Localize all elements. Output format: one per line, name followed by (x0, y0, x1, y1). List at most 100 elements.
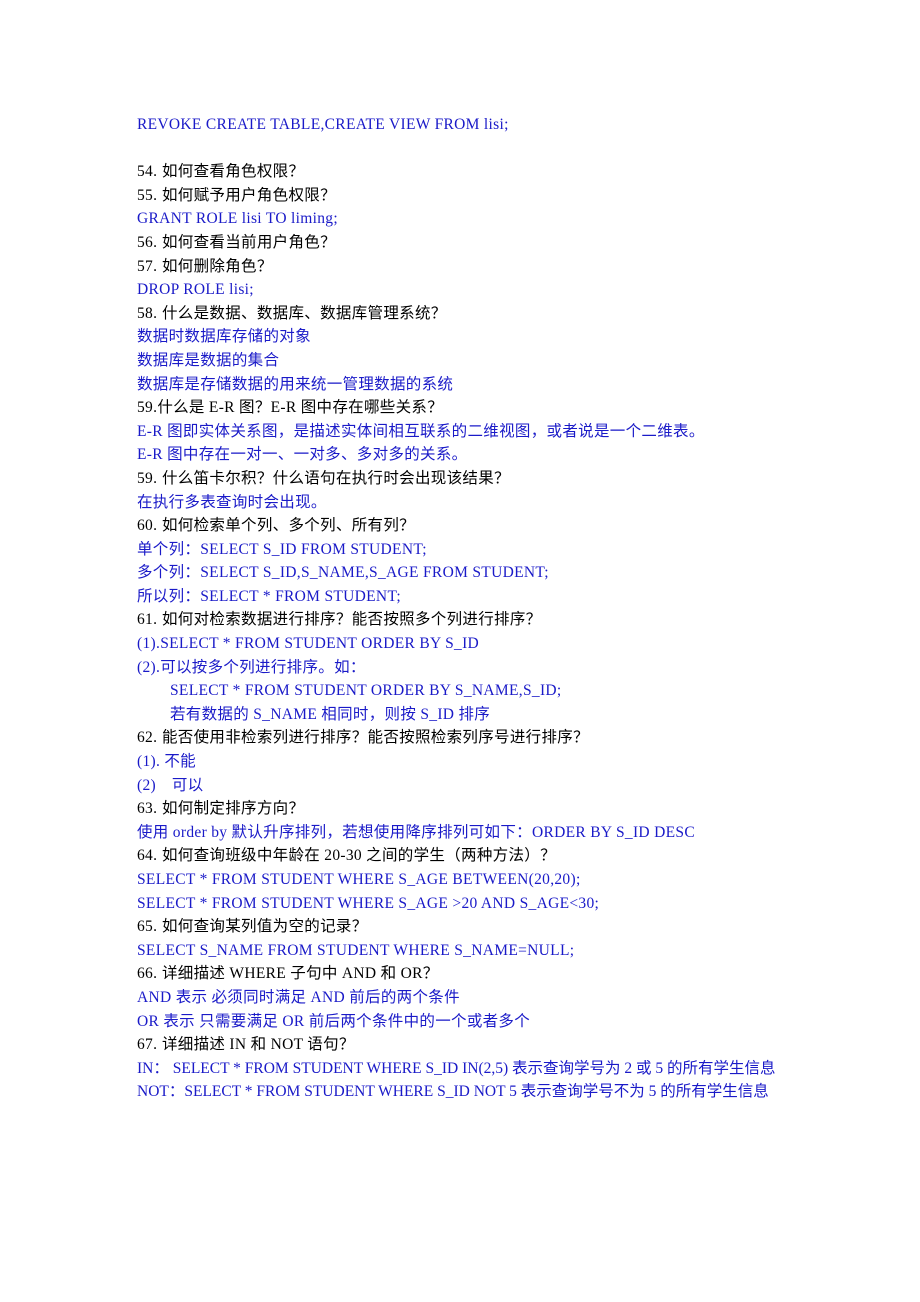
answer-text: OR 表示 只需要满足 OR 前后两个条件中的一个或者多个 (137, 1012, 531, 1030)
question-number: 61. (137, 611, 158, 629)
question-text: 如何对检索数据进行排序？能否按照多个列进行排序？ (162, 611, 542, 629)
answer-line: 若有数据的 S_NAME 相同时，则按 S_ID 排序 (137, 703, 840, 727)
question-line: 67. 详细描述 IN 和 NOT 语句？ (137, 1033, 840, 1057)
answer-line: NOT：SELECT * FROM STUDENT WHERE S_ID NOT… (137, 1080, 792, 1104)
answer-text: SELECT * FROM STUDENT ORDER BY S_NAME,S_… (170, 682, 562, 700)
question-line: 57. 如何删除角色？ (137, 255, 840, 279)
question-line: 64. 如何查询班级中年龄在 20-30 之间的学生（两种方法）？ (137, 844, 840, 868)
question-text: 如何查询班级中年龄在 20-30 之间的学生（两种方法）？ (162, 847, 556, 865)
answer-text: (1).SELECT * FROM STUDENT ORDER BY S_ID (137, 635, 480, 653)
answer-text: 多个列：SELECT S_ID,S_NAME,S_AGE FROM STUDEN… (137, 564, 549, 582)
answer-line: AND 表示 必须同时满足 AND 前后的两个条件 (137, 986, 840, 1010)
answer-line: SELECT * FROM STUDENT ORDER BY S_NAME,S_… (137, 679, 840, 703)
question-text: 能否使用非检索列进行排序？能否按照检索列序号进行排序？ (162, 729, 589, 747)
answer-line: E-R 图中存在一对一、一对多、多对多的关系。 (137, 443, 840, 467)
document-body: REVOKE CREATE TABLE,CREATE VIEW FROM lis… (137, 113, 840, 1104)
question-text: 如何查询某列值为空的记录？ (162, 918, 368, 936)
question-number: 59. (137, 399, 158, 417)
answer-text: SELECT S_NAME FROM STUDENT WHERE S_NAME=… (137, 941, 575, 959)
answer-text: 数据库是数据的集合 (137, 351, 280, 369)
question-number: 56. (137, 233, 158, 251)
question-line: 59. 什么笛卡尔积？什么语句在执行时会出现该结果？ (137, 467, 840, 491)
answer-text: E-R 图即实体关系图，是描述实体间相互联系的二维视图，或者说是一个二维表。 (137, 422, 705, 440)
answer-line: (2).可以按多个列进行排序。如： (137, 656, 840, 680)
answer-line: GRANT ROLE lisi TO liming; (137, 207, 840, 231)
question-text: 什么是数据、数据库、数据库管理系统？ (162, 304, 447, 322)
answer-text: 数据库是存储数据的用来统一管理数据的系统 (137, 375, 454, 393)
question-number: 66. (137, 965, 158, 983)
answer-line: SELECT * FROM STUDENT WHERE S_AGE >20 AN… (137, 892, 840, 916)
question-text: 详细描述 IN 和 NOT 语句？ (162, 1036, 355, 1054)
answer-line: (2) 可以 (137, 774, 840, 798)
answer-line: 数据库是存储数据的用来统一管理数据的系统 (137, 373, 840, 397)
question-line: 55. 如何赋予用户角色权限？ (137, 184, 840, 208)
answer-text: SELECT * FROM STUDENT WHERE S_AGE >20 AN… (137, 894, 600, 912)
answer-line: 数据库是数据的集合 (137, 349, 840, 373)
document-page: REVOKE CREATE TABLE,CREATE VIEW FROM lis… (0, 0, 920, 1302)
answer-line: 单个列：SELECT S_ID FROM STUDENT; (137, 538, 840, 562)
answer-line: IN： SELECT * FROM STUDENT WHERE S_ID IN(… (137, 1057, 792, 1081)
question-number: 54. (137, 163, 158, 181)
question-text: 如何制定排序方向？ (162, 800, 305, 818)
question-text: 什么是 E-R 图？E-R 图中存在哪些关系？ (157, 399, 444, 417)
question-text: 如何查看角色权限？ (162, 163, 305, 181)
answer-line: E-R 图即实体关系图，是描述实体间相互联系的二维视图，或者说是一个二维表。 (137, 420, 840, 444)
answer-line: OR 表示 只需要满足 OR 前后两个条件中的一个或者多个 (137, 1010, 840, 1034)
question-line: 54. 如何查看角色权限？ (137, 160, 840, 184)
question-line: 61. 如何对检索数据进行排序？能否按照多个列进行排序？ (137, 608, 840, 632)
answer-text: 使用 order by 默认升序排列，若想使用降序排列可如下：ORDER BY … (137, 823, 695, 841)
answer-text: REVOKE CREATE TABLE,CREATE VIEW FROM lis… (137, 116, 509, 133)
answer-text: 数据时数据库存储的对象 (137, 328, 311, 346)
question-number: 65. (137, 918, 158, 936)
answer-line: 所以列：SELECT * FROM STUDENT; (137, 585, 840, 609)
answer-line: 使用 order by 默认升序排列，若想使用降序排列可如下：ORDER BY … (137, 821, 840, 845)
answer-text: AND 表示 必须同时满足 AND 前后的两个条件 (137, 988, 460, 1006)
question-line: 63. 如何制定排序方向？ (137, 797, 840, 821)
answer-text: (1). 不能 (137, 753, 196, 771)
question-number: 62. (137, 729, 158, 747)
answer-text: (2) 可以 (137, 776, 204, 794)
question-number: 55. (137, 186, 158, 204)
answer-text: GRANT ROLE lisi TO liming; (137, 210, 338, 228)
answer-line: SELECT S_NAME FROM STUDENT WHERE S_NAME=… (137, 939, 840, 963)
answer-line: 在执行多表查询时会出现。 (137, 491, 840, 515)
answer-line: DROP ROLE lisi; (137, 278, 840, 302)
answer-text: IN： SELECT * FROM STUDENT WHERE S_ID IN(… (137, 1059, 776, 1077)
question-number: 60. (137, 517, 158, 535)
question-text: 如何检索单个列、多个列、所有列？ (162, 517, 415, 535)
question-line: 58. 什么是数据、数据库、数据库管理系统？ (137, 302, 840, 326)
question-line: 66. 详细描述 WHERE 子句中 AND 和 OR？ (137, 962, 840, 986)
question-text: 什么笛卡尔积？什么语句在执行时会出现该结果？ (162, 469, 510, 487)
answer-line: (1).SELECT * FROM STUDENT ORDER BY S_ID (137, 632, 840, 656)
question-number: 67. (137, 1036, 158, 1054)
question-number: 64. (137, 847, 158, 865)
question-number: 57. (137, 257, 158, 275)
question-text: 如何赋予用户角色权限？ (162, 186, 336, 204)
answer-text: 在执行多表查询时会出现。 (137, 493, 327, 511)
answer-line: REVOKE CREATE TABLE,CREATE VIEW FROM lis… (137, 113, 840, 137)
answer-line: 多个列：SELECT S_ID,S_NAME,S_AGE FROM STUDEN… (137, 561, 840, 585)
answer-line: (1). 不能 (137, 750, 840, 774)
answer-text: NOT：SELECT * FROM STUDENT WHERE S_ID NOT… (137, 1083, 769, 1101)
question-number: 58. (137, 304, 158, 322)
question-line: 62. 能否使用非检索列进行排序？能否按照检索列序号进行排序？ (137, 726, 840, 750)
question-line: 65. 如何查询某列值为空的记录？ (137, 915, 840, 939)
answer-line: SELECT * FROM STUDENT WHERE S_AGE BETWEE… (137, 868, 840, 892)
question-number: 63. (137, 800, 158, 818)
question-text: 详细描述 WHERE 子句中 AND 和 OR？ (162, 965, 439, 983)
question-text: 如何查看当前用户角色？ (162, 233, 336, 251)
answer-text: SELECT * FROM STUDENT WHERE S_AGE BETWEE… (137, 871, 581, 888)
answer-text: (2).可以按多个列进行排序。如： (137, 658, 366, 676)
answer-line: 数据时数据库存储的对象 (137, 325, 840, 349)
question-line: 60. 如何检索单个列、多个列、所有列？ (137, 514, 840, 538)
question-number: 59. (137, 469, 158, 487)
answer-text: 所以列：SELECT * FROM STUDENT; (137, 587, 401, 605)
answer-text: 若有数据的 S_NAME 相同时，则按 S_ID 排序 (170, 705, 491, 723)
answer-text: E-R 图中存在一对一、一对多、多对多的关系。 (137, 446, 468, 464)
question-text: 如何删除角色？ (162, 257, 273, 275)
answer-text: DROP ROLE lisi; (137, 281, 254, 299)
question-line: 59.什么是 E-R 图？E-R 图中存在哪些关系？ (137, 396, 840, 420)
question-line: 56. 如何查看当前用户角色？ (137, 231, 840, 255)
answer-text: 单个列：SELECT S_ID FROM STUDENT; (137, 540, 427, 558)
